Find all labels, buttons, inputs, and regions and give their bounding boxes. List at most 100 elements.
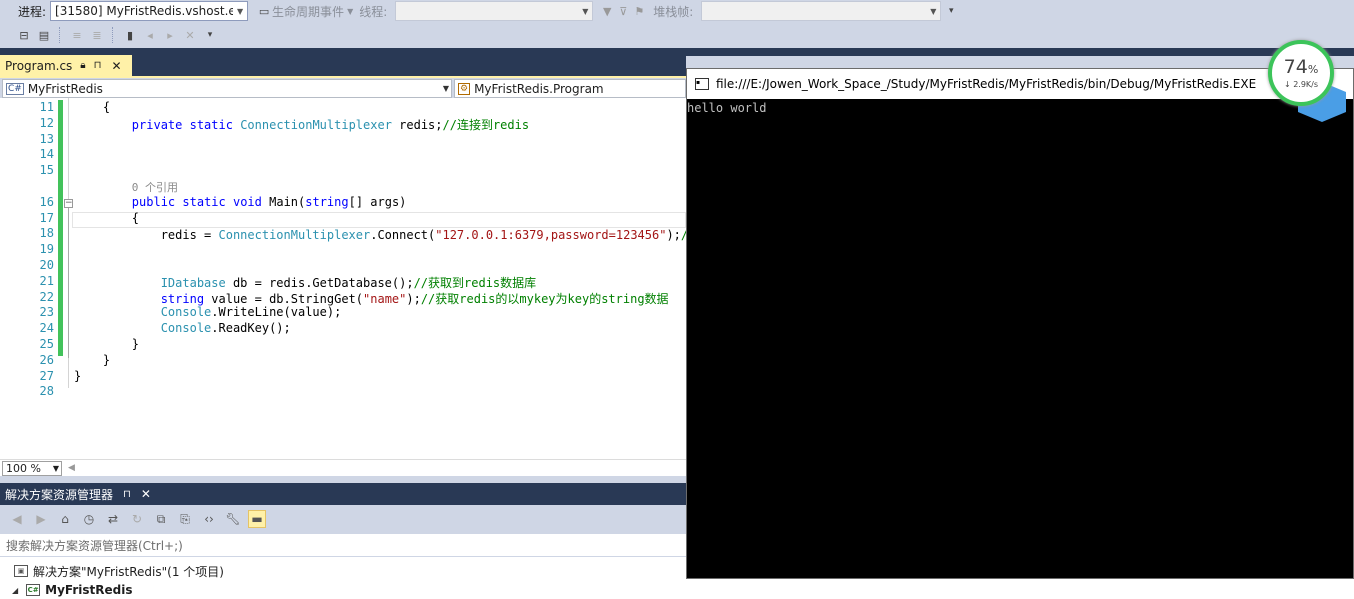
comment-icon[interactable]: ≡ bbox=[69, 27, 85, 43]
code-line[interactable]: string value = db.StringGet("name");//获取… bbox=[74, 290, 669, 307]
solution-label: 解决方案"MyFristRedis"(1 个项目) bbox=[33, 564, 224, 579]
text-editor-toolbar: ⊟ ▤ ≡ ≣ ▮ ◂ ▸ ✕ ▾ bbox=[0, 23, 1354, 47]
project-dropdown[interactable]: C# MyFristRedis ▼ bbox=[2, 79, 452, 98]
clear-bookmarks-icon[interactable]: ✕ bbox=[182, 27, 198, 43]
code-token: ConnectionMultiplexer bbox=[240, 117, 392, 132]
navigation-bar: C# MyFristRedis ▼ ⚙ MyFristRedis.Program bbox=[0, 76, 686, 98]
stack-frame-label: 堆栈帧: bbox=[653, 4, 694, 19]
code-token: //连接到redis bbox=[442, 117, 530, 132]
tab-program-cs[interactable]: Program.cs 🔒︎ ⊓ ✕ bbox=[0, 55, 132, 76]
code-line[interactable]: } bbox=[74, 337, 139, 351]
code-token: db = redis.GetDatabase(); bbox=[225, 275, 414, 290]
toolbar-separator bbox=[112, 27, 115, 43]
quick-info-icon[interactable]: ⊟ bbox=[16, 27, 32, 43]
preview-selected-icon[interactable]: ▬ bbox=[248, 510, 266, 528]
line-number: 11 bbox=[39, 100, 54, 114]
collapse-all-icon[interactable]: ⧉ bbox=[152, 510, 170, 528]
code-line[interactable]: private static ConnectionMultiplexer red… bbox=[74, 116, 529, 133]
tree-item-project[interactable]: ◢ C# MyFristRedis bbox=[12, 581, 132, 599]
filter-icon[interactable]: ▼ bbox=[599, 3, 615, 19]
type-name: MyFristRedis.Program bbox=[474, 81, 604, 96]
code-line[interactable]: { bbox=[74, 211, 139, 225]
back-icon[interactable]: ◀ bbox=[8, 510, 26, 528]
type-dropdown[interactable]: ⚙ MyFristRedis.Program bbox=[454, 79, 686, 98]
view-code-icon[interactable]: ‹› bbox=[200, 510, 218, 528]
home-icon[interactable]: ⌂ bbox=[56, 510, 74, 528]
code-token: private bbox=[131, 117, 183, 132]
process-combo[interactable]: [31580] MyFristRedis.vshost.exe ▼ bbox=[50, 1, 249, 21]
code-token: value = db.StringGet( bbox=[204, 291, 364, 306]
thread-combo[interactable]: ▼ bbox=[395, 1, 594, 21]
network-speed-widget[interactable]: 74% ↓ 2.9K/s bbox=[1268, 40, 1334, 106]
console-window[interactable]: ▪ file:///E:/Jowen_Work_Space_/Study/MyF… bbox=[686, 68, 1354, 579]
download-speed: ↓ 2.9K/s bbox=[1283, 80, 1319, 89]
chevron-down-icon: ▼ bbox=[578, 2, 593, 20]
code-line[interactable]: Console.ReadKey(); bbox=[74, 321, 291, 335]
line-number: 22 bbox=[39, 289, 54, 304]
collapse-icon[interactable]: − bbox=[64, 199, 73, 208]
console-title-bar[interactable]: ▪ file:///E:/Jowen_Work_Space_/Study/MyF… bbox=[687, 69, 1353, 99]
forward-icon[interactable]: ▶ bbox=[32, 510, 50, 528]
toolbar-overflow-icon[interactable]: ▾ bbox=[202, 27, 218, 43]
line-number: 18 bbox=[39, 226, 54, 241]
process-label: 进程: bbox=[18, 4, 47, 19]
previous-bookmark-icon[interactable]: ◂ bbox=[142, 27, 158, 43]
code-token: { bbox=[74, 100, 111, 114]
usage-percent: 74% bbox=[1284, 57, 1319, 80]
tree-item-solution[interactable]: ▣ 解决方案"MyFristRedis"(1 个项目) bbox=[14, 562, 224, 580]
sync-icon[interactable]: ⇄ bbox=[104, 510, 122, 528]
code-line[interactable]: IDatabase db = redis.GetDatabase();//获取到… bbox=[74, 274, 536, 291]
close-icon[interactable]: ✕ bbox=[141, 487, 151, 501]
refresh-icon[interactable]: ↻ bbox=[128, 510, 146, 528]
code-token: redis = bbox=[74, 228, 219, 243]
code-token: { bbox=[74, 210, 140, 225]
code-token: //获取到redis数据库 bbox=[413, 275, 537, 290]
code-token: IDatabase bbox=[160, 275, 226, 290]
percent-sign: % bbox=[1307, 63, 1319, 76]
pending-changes-filter-icon[interactable]: ◷ bbox=[80, 510, 98, 528]
console-app-icon: ▪ bbox=[695, 78, 709, 90]
process-value: [31580] MyFristRedis.vshost.exe bbox=[55, 4, 249, 18]
close-icon[interactable]: ✕ bbox=[111, 59, 121, 73]
pin-icon[interactable]: ⊓ bbox=[123, 489, 131, 500]
line-number: 19 bbox=[39, 242, 54, 257]
solution-explorer-search-input[interactable]: 搜索解决方案资源管理器(Ctrl+;) bbox=[0, 533, 686, 557]
show-all-files-icon[interactable]: ⎘ bbox=[176, 510, 194, 528]
properties-icon[interactable]: 🔧︎ bbox=[224, 510, 242, 528]
line-number: 25 bbox=[39, 337, 54, 351]
bookmark-icon[interactable]: ▮ bbox=[122, 27, 138, 43]
code-token: Main( bbox=[261, 194, 306, 209]
uncomment-icon[interactable]: ≣ bbox=[89, 27, 105, 43]
stack-frame-combo[interactable]: ▼ bbox=[701, 1, 942, 21]
code-line[interactable]: } bbox=[74, 353, 110, 367]
code-line[interactable]: redis = ConnectionMultiplexer.Connect("1… bbox=[74, 226, 686, 243]
code-token: static bbox=[182, 194, 226, 209]
code-token: Console bbox=[160, 305, 212, 320]
next-bookmark-icon[interactable]: ▸ bbox=[162, 27, 178, 43]
line-number: 27 bbox=[39, 368, 54, 383]
class-icon: ⚙ bbox=[458, 82, 471, 95]
filter-clear-icon[interactable]: ⊽ bbox=[615, 3, 631, 19]
code-line[interactable]: } bbox=[74, 369, 81, 383]
code-line[interactable]: 0 个引用 bbox=[74, 179, 178, 195]
thread-flag-icon[interactable]: ⚑ bbox=[631, 3, 647, 19]
code-line[interactable]: public static void Main(string[] args) bbox=[74, 194, 407, 209]
solution-tree: ▣ 解决方案"MyFristRedis"(1 个项目) ◢ C# MyFrist… bbox=[0, 557, 686, 599]
expand-triangle-icon[interactable]: ◢ bbox=[12, 586, 18, 595]
solution-explorer-toolbar: ◀ ▶ ⌂ ◷ ⇄ ↻ ⧉ ⎘ ‹› 🔧︎ ▬ bbox=[0, 505, 686, 533]
line-number: 12 bbox=[39, 115, 54, 130]
code-line[interactable]: { bbox=[74, 100, 110, 114]
parameter-info-icon[interactable]: ▤ bbox=[36, 27, 52, 43]
code-line[interactable]: Console.WriteLine(value); bbox=[74, 305, 342, 320]
pin-icon[interactable]: ⊓ bbox=[94, 60, 102, 71]
zoom-combo[interactable]: 100 % ▼ bbox=[2, 461, 62, 476]
lifecycle-events-button[interactable]: ▭ 生命周期事件 ▼ bbox=[256, 3, 353, 20]
scroll-left-icon[interactable]: ◀ bbox=[68, 463, 75, 473]
code-editor[interactable]: − 11 {12 private static ConnectionMultip… bbox=[0, 98, 686, 459]
toolbar-overflow-icon[interactable]: ▾ bbox=[943, 3, 959, 19]
